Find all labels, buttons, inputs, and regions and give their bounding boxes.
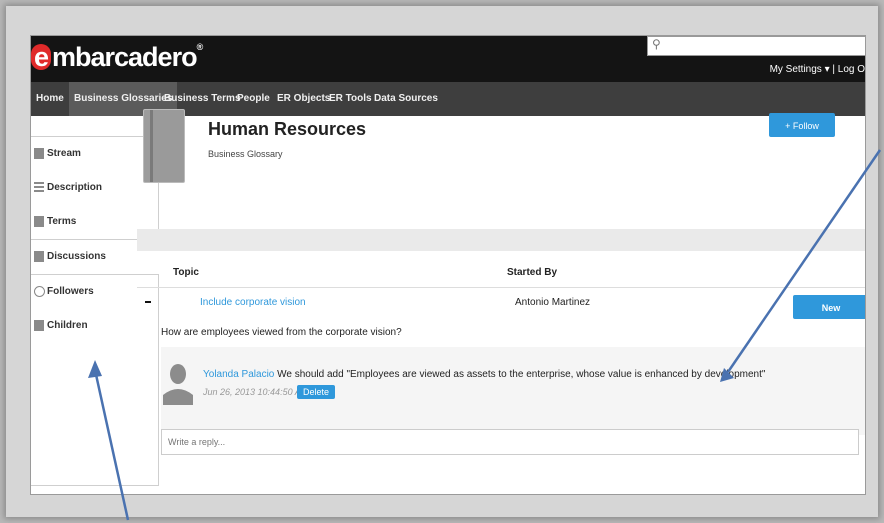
sidebar-item-description[interactable]: Description [31, 171, 158, 205]
discussions-icon [34, 251, 44, 262]
page-title: Human Resources [208, 119, 367, 139]
sidebar-item-label: Description [47, 182, 103, 193]
stream-icon [34, 148, 44, 159]
sidebar-item-label: Stream [47, 148, 81, 159]
column-topic[interactable]: Topic [173, 267, 199, 278]
logo-text: mbarcadero [52, 42, 198, 72]
nav-home[interactable]: Home [31, 82, 69, 116]
logo-letter: e [31, 44, 51, 71]
collapse-icon[interactable] [145, 301, 151, 303]
followers-icon [34, 286, 45, 297]
discussion-question: How are employees viewed from the corpor… [161, 327, 402, 338]
sidebar-group-top: Stream Description Terms [31, 136, 159, 240]
embarcadero-logo[interactable]: e mbarcadero® [31, 42, 204, 73]
sidebar-item-stream[interactable]: Stream [31, 137, 158, 171]
search-box: ⚲ [647, 36, 865, 56]
reply-author-link[interactable]: Yolanda Palacio [203, 369, 274, 380]
follow-button[interactable]: + Follow [769, 113, 835, 137]
terms-icon [34, 216, 44, 227]
app-window: e mbarcadero® ⚲ My Settings ▾ | Log O Hom… [30, 35, 866, 495]
reply-timestamp: Jun 26, 2013 10:44:50 AM [203, 387, 309, 397]
description-icon [34, 182, 44, 193]
table-row: Include corporate vision Antonio Martine… [137, 289, 865, 317]
children-icon [34, 320, 44, 331]
reply-text: We should add "Employees are viewed as a… [277, 369, 766, 380]
sidebar-item-label: Followers [47, 286, 94, 297]
sidebar-item-label: Children [47, 320, 88, 331]
sidebar-item-label: Terms [47, 216, 77, 227]
topic-link[interactable]: Include corporate vision [200, 297, 306, 308]
nav-people[interactable]: People [232, 82, 275, 116]
glossary-book-icon [143, 109, 185, 183]
page-subtitle: Business Glossary [208, 149, 283, 159]
delete-reply-button[interactable]: Delete [297, 385, 336, 399]
search-input[interactable] [666, 37, 865, 55]
discussions-table-header: Topic Started By [137, 259, 865, 288]
discussion-toolbar-band [137, 229, 865, 251]
user-avatar-icon [163, 364, 193, 405]
column-started-by[interactable]: Started By [507, 267, 557, 278]
logo-mark: ® [196, 42, 204, 52]
my-settings-menu[interactable]: My Settings ▾ | Log O [770, 64, 865, 75]
reply-comment: Yolanda Palacio We should add "Employees… [203, 369, 765, 380]
search-icon[interactable]: ⚲ [652, 37, 661, 51]
nav-data-sources[interactable]: Data Sources [369, 82, 443, 116]
write-reply-input[interactable] [161, 429, 859, 455]
top-bar: e mbarcadero® ⚲ My Settings ▾ | Log O [31, 36, 865, 82]
sidebar-item-label: Discussions [47, 251, 106, 262]
started-by-value: Antonio Martinez [515, 297, 591, 308]
